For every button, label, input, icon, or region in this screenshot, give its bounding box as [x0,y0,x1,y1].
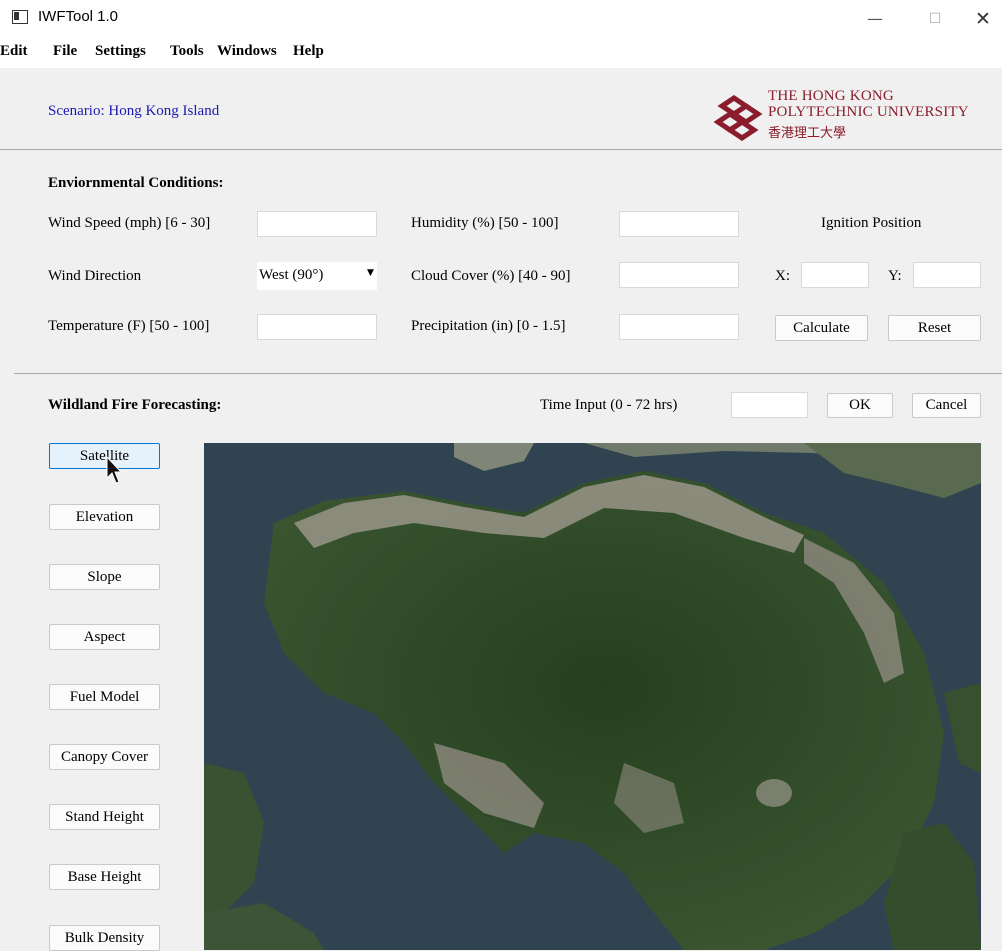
menu-windows[interactable]: Windows [217,43,277,60]
layer-button-satellite[interactable]: Satellite [49,443,160,469]
humidity-input[interactable] [619,211,739,237]
logo-text-chinese: 香港理工大學 [768,126,847,141]
satellite-map[interactable] [204,443,981,950]
app-icon [12,10,28,24]
header-divider [0,149,1002,150]
menu-help[interactable]: Help [293,43,324,60]
precipitation-input[interactable] [619,314,739,340]
precipitation-label: Precipitation (in) [0 - 1.5] [411,318,566,334]
temperature-input[interactable] [257,314,377,340]
temperature-label: Temperature (F) [50 - 100] [48,318,210,334]
layer-button-bulk-density[interactable]: Bulk Density [49,925,160,951]
layer-button-aspect[interactable]: Aspect [49,624,160,650]
maximize-button[interactable]: ☐ [912,0,958,38]
window-title: IWFTool 1.0 [38,8,119,25]
menu-file[interactable]: File [53,43,77,60]
minimize-button[interactable]: — [852,0,898,38]
cloud-cover-input[interactable] [619,262,739,288]
scenario-label: Scenario: Hong Kong Island [48,103,220,119]
title-bar: IWFTool 1.0 — ☐ ✕ [0,0,1002,38]
section-divider [14,373,1002,374]
ok-button[interactable]: OK [827,393,893,418]
time-input-label: Time Input (0 - 72 hrs) [540,397,678,413]
ignition-heading: Ignition Position [821,215,922,231]
ignition-x-input[interactable] [801,262,869,288]
mouse-cursor-icon [106,456,122,484]
wind-direction-value: West (90°) [259,267,324,283]
calculate-button[interactable]: Calculate [775,315,868,341]
ignition-x-label: X: [775,268,790,284]
layer-button-elevation[interactable]: Elevation [49,504,160,530]
wind-speed-input[interactable] [257,211,377,237]
layer-button-slope[interactable]: Slope [49,564,160,590]
layer-button-fuel-model[interactable]: Fuel Model [49,684,160,710]
close-button[interactable]: ✕ [960,0,1002,38]
logo-text-line1: THE HONG KONG [768,88,894,104]
time-input[interactable] [731,392,808,418]
logo-text-line2: POLYTECHNIC UNIVERSITY [768,104,969,120]
wind-direction-label: Wind Direction [48,268,142,284]
polyu-logo-icon [713,94,763,142]
menu-edit[interactable]: Edit [0,43,28,60]
menu-bar: Edit File Settings Tools Windows Help [0,38,1002,68]
ignition-y-label: Y: [888,268,902,284]
cloud-cover-label: Cloud Cover (%) [40 - 90] [411,268,571,284]
ignition-y-input[interactable] [913,262,981,288]
dropdown-arrow-icon: ▼ [367,268,374,278]
wind-speed-label: Wind Speed (mph) [6 - 30] [48,215,211,231]
layer-button-canopy-cover[interactable]: Canopy Cover [49,744,160,770]
university-logo: THE HONG KONG POLYTECHNIC UNIVERSITY 香港理… [712,86,1002,146]
menu-settings[interactable]: Settings [95,43,146,60]
cancel-button[interactable]: Cancel [912,393,981,418]
layer-button-stand-height[interactable]: Stand Height [49,804,160,830]
env-heading: Enviornmental Conditions: [48,175,224,191]
layer-button-base-height[interactable]: Base Height [49,864,160,890]
menu-tools[interactable]: Tools [170,43,204,60]
forecast-heading: Wildland Fire Forecasting: [48,397,222,413]
wind-direction-select[interactable]: West (90°) ▼ [257,262,377,290]
satellite-image [204,443,981,950]
reset-button[interactable]: Reset [888,315,981,341]
humidity-label: Humidity (%) [50 - 100] [411,215,559,231]
